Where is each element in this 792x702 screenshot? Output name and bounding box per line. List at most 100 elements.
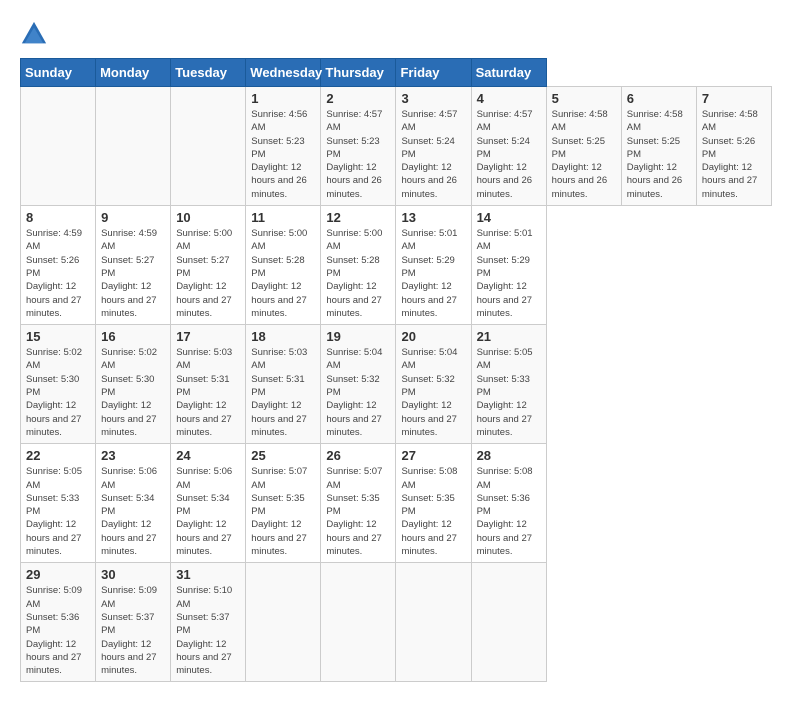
day-info: Sunrise: 5:06 AMSunset: 5:34 PMDaylight:…: [101, 465, 165, 558]
calendar-cell: [471, 563, 546, 682]
day-info: Sunrise: 4:58 AMSunset: 5:26 PMDaylight:…: [702, 108, 766, 201]
day-info: Sunrise: 5:00 AMSunset: 5:28 PMDaylight:…: [326, 227, 390, 320]
calendar-cell: [171, 87, 246, 206]
day-info: Sunrise: 4:59 AMSunset: 5:27 PMDaylight:…: [101, 227, 165, 320]
day-info: Sunrise: 5:01 AMSunset: 5:29 PMDaylight:…: [477, 227, 541, 320]
day-header: Wednesday: [246, 59, 321, 87]
header-row: SundayMondayTuesdayWednesdayThursdayFrid…: [21, 59, 772, 87]
calendar-cell: 17 Sunrise: 5:03 AMSunset: 5:31 PMDayligh…: [171, 325, 246, 444]
day-number: 13: [401, 210, 465, 225]
day-info: Sunrise: 5:09 AMSunset: 5:37 PMDaylight:…: [101, 584, 165, 677]
calendar-cell: 24 Sunrise: 5:06 AMSunset: 5:34 PMDayligh…: [171, 444, 246, 563]
day-number: 6: [627, 91, 691, 106]
day-info: Sunrise: 4:58 AMSunset: 5:25 PMDaylight:…: [627, 108, 691, 201]
day-info: Sunrise: 5:07 AMSunset: 5:35 PMDaylight:…: [251, 465, 315, 558]
day-info: Sunrise: 5:10 AMSunset: 5:37 PMDaylight:…: [176, 584, 240, 677]
calendar-cell: [21, 87, 96, 206]
logo-icon: [20, 20, 48, 48]
calendar-cell: 5 Sunrise: 4:58 AMSunset: 5:25 PMDaylight…: [546, 87, 621, 206]
calendar-week-row: 29 Sunrise: 5:09 AMSunset: 5:36 PMDayligh…: [21, 563, 772, 682]
calendar-cell: 12 Sunrise: 5:00 AMSunset: 5:28 PMDayligh…: [321, 206, 396, 325]
day-header: Tuesday: [171, 59, 246, 87]
day-info: Sunrise: 5:03 AMSunset: 5:31 PMDaylight:…: [251, 346, 315, 439]
day-number: 7: [702, 91, 766, 106]
day-number: 11: [251, 210, 315, 225]
day-header: Monday: [96, 59, 171, 87]
day-info: Sunrise: 5:03 AMSunset: 5:31 PMDaylight:…: [176, 346, 240, 439]
calendar-cell: 16 Sunrise: 5:02 AMSunset: 5:30 PMDayligh…: [96, 325, 171, 444]
day-number: 12: [326, 210, 390, 225]
day-info: Sunrise: 4:57 AMSunset: 5:24 PMDaylight:…: [477, 108, 541, 201]
day-number: 3: [401, 91, 465, 106]
day-number: 5: [552, 91, 616, 106]
day-info: Sunrise: 5:06 AMSunset: 5:34 PMDaylight:…: [176, 465, 240, 558]
calendar-cell: 30 Sunrise: 5:09 AMSunset: 5:37 PMDayligh…: [96, 563, 171, 682]
calendar-cell: 20 Sunrise: 5:04 AMSunset: 5:32 PMDayligh…: [396, 325, 471, 444]
day-info: Sunrise: 5:07 AMSunset: 5:35 PMDaylight:…: [326, 465, 390, 558]
calendar-cell: 4Sunrise: 4:57 AMSunset: 5:24 PMDaylight…: [471, 87, 546, 206]
day-info: Sunrise: 5:04 AMSunset: 5:32 PMDaylight:…: [326, 346, 390, 439]
day-info: Sunrise: 5:08 AMSunset: 5:35 PMDaylight:…: [401, 465, 465, 558]
calendar-cell: 18Sunrise: 5:03 AMSunset: 5:31 PMDayligh…: [246, 325, 321, 444]
day-number: 22: [26, 448, 90, 463]
day-number: 19: [326, 329, 390, 344]
calendar-cell: [321, 563, 396, 682]
day-info: Sunrise: 5:02 AMSunset: 5:30 PMDaylight:…: [26, 346, 90, 439]
calendar-cell: 25 Sunrise: 5:07 AMSunset: 5:35 PMDayligh…: [246, 444, 321, 563]
calendar-week-row: 22 Sunrise: 5:05 AMSunset: 5:33 PMDayligh…: [21, 444, 772, 563]
day-number: 29: [26, 567, 90, 582]
day-number: 1: [251, 91, 315, 106]
day-info: Sunrise: 4:58 AMSunset: 5:25 PMDaylight:…: [552, 108, 616, 201]
calendar-cell: 11Sunrise: 5:00 AMSunset: 5:28 PMDayligh…: [246, 206, 321, 325]
calendar-cell: 13 Sunrise: 5:01 AMSunset: 5:29 PMDayligh…: [396, 206, 471, 325]
calendar-cell: 26Sunrise: 5:07 AMSunset: 5:35 PMDayligh…: [321, 444, 396, 563]
calendar-week-row: 15 Sunrise: 5:02 AMSunset: 5:30 PMDayligh…: [21, 325, 772, 444]
day-info: Sunrise: 5:02 AMSunset: 5:30 PMDaylight:…: [101, 346, 165, 439]
calendar-week-row: 8Sunrise: 4:59 AMSunset: 5:26 PMDaylight…: [21, 206, 772, 325]
day-info: Sunrise: 4:56 AMSunset: 5:23 PMDaylight:…: [251, 108, 315, 201]
page-header: [20, 20, 772, 48]
calendar-cell: 8Sunrise: 4:59 AMSunset: 5:26 PMDaylight…: [21, 206, 96, 325]
day-number: 15: [26, 329, 90, 344]
day-header: Saturday: [471, 59, 546, 87]
day-header: Friday: [396, 59, 471, 87]
day-info: Sunrise: 5:05 AMSunset: 5:33 PMDaylight:…: [26, 465, 90, 558]
day-number: 23: [101, 448, 165, 463]
calendar-cell: 14 Sunrise: 5:01 AMSunset: 5:29 PMDayligh…: [471, 206, 546, 325]
day-number: 17: [176, 329, 240, 344]
calendar-cell: 10 Sunrise: 5:00 AMSunset: 5:27 PMDayligh…: [171, 206, 246, 325]
day-header: Thursday: [321, 59, 396, 87]
calendar-cell: [246, 563, 321, 682]
day-info: Sunrise: 5:08 AMSunset: 5:36 PMDaylight:…: [477, 465, 541, 558]
calendar-cell: 2 Sunrise: 4:57 AMSunset: 5:23 PMDaylight…: [321, 87, 396, 206]
calendar-cell: 1 Sunrise: 4:56 AMSunset: 5:23 PMDaylight…: [246, 87, 321, 206]
calendar-cell: 27Sunrise: 5:08 AMSunset: 5:35 PMDayligh…: [396, 444, 471, 563]
day-info: Sunrise: 5:00 AMSunset: 5:27 PMDaylight:…: [176, 227, 240, 320]
day-info: Sunrise: 5:04 AMSunset: 5:32 PMDaylight:…: [401, 346, 465, 439]
day-number: 10: [176, 210, 240, 225]
calendar-cell: 7 Sunrise: 4:58 AMSunset: 5:26 PMDaylight…: [696, 87, 771, 206]
day-number: 21: [477, 329, 541, 344]
day-number: 25: [251, 448, 315, 463]
day-number: 31: [176, 567, 240, 582]
calendar-cell: 23 Sunrise: 5:06 AMSunset: 5:34 PMDayligh…: [96, 444, 171, 563]
day-info: Sunrise: 5:09 AMSunset: 5:36 PMDaylight:…: [26, 584, 90, 677]
day-info: Sunrise: 5:01 AMSunset: 5:29 PMDaylight:…: [401, 227, 465, 320]
day-number: 2: [326, 91, 390, 106]
day-number: 28: [477, 448, 541, 463]
day-number: 30: [101, 567, 165, 582]
calendar-cell: 3Sunrise: 4:57 AMSunset: 5:24 PMDaylight…: [396, 87, 471, 206]
calendar-cell: [396, 563, 471, 682]
calendar-cell: 19 Sunrise: 5:04 AMSunset: 5:32 PMDayligh…: [321, 325, 396, 444]
calendar-cell: 22 Sunrise: 5:05 AMSunset: 5:33 PMDayligh…: [21, 444, 96, 563]
day-number: 20: [401, 329, 465, 344]
calendar-cell: 9Sunrise: 4:59 AMSunset: 5:27 PMDaylight…: [96, 206, 171, 325]
day-number: 14: [477, 210, 541, 225]
logo: [20, 20, 52, 48]
calendar-table: SundayMondayTuesdayWednesdayThursdayFrid…: [20, 58, 772, 682]
calendar-cell: 15 Sunrise: 5:02 AMSunset: 5:30 PMDayligh…: [21, 325, 96, 444]
day-number: 16: [101, 329, 165, 344]
day-number: 24: [176, 448, 240, 463]
calendar-cell: 31 Sunrise: 5:10 AMSunset: 5:37 PMDayligh…: [171, 563, 246, 682]
day-info: Sunrise: 4:57 AMSunset: 5:23 PMDaylight:…: [326, 108, 390, 201]
